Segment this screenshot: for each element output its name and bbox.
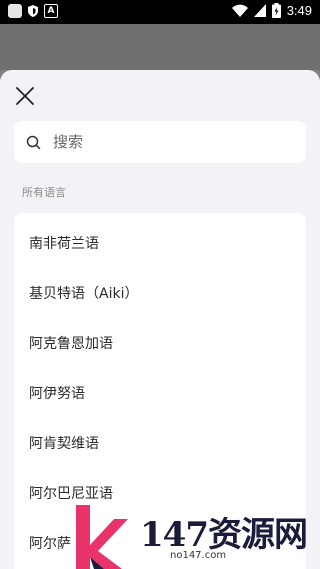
language-picker-sheet: 所有语言 南非荷兰语 基贝特语（Aiki） 阿克鲁恩加语 阿伊努语 阿肯契维语 …: [0, 70, 320, 569]
modal-backdrop[interactable]: [0, 24, 320, 70]
battery-charging-icon: [271, 3, 281, 18]
language-item[interactable]: 阿肯契维语: [14, 418, 306, 468]
language-item[interactable]: 南非荷兰语: [14, 218, 306, 268]
status-left-icons: A: [8, 4, 58, 18]
search-box[interactable]: [14, 121, 306, 163]
watermark-logo: 147资源网 no147.com: [74, 505, 320, 569]
status-bar: A 3:49: [0, 0, 320, 24]
close-icon[interactable]: [14, 85, 36, 107]
signal-icon: [253, 4, 266, 17]
watermark-text: 147资源网: [140, 515, 308, 555]
status-time: 3:49: [286, 3, 312, 18]
status-right-icons: 3:49: [231, 3, 312, 18]
language-item[interactable]: 阿克鲁恩加语: [14, 318, 306, 368]
shield-icon: [28, 5, 38, 17]
search-icon: [26, 135, 41, 149]
logo-mark-icon: [76, 505, 128, 569]
language-item[interactable]: 基贝特语（Aiki）: [14, 268, 306, 318]
watermark-url: no147.com: [170, 550, 227, 561]
a-badge-icon: A: [44, 4, 58, 18]
app-square-icon: [8, 4, 22, 18]
section-label-all-languages: 所有语言: [22, 186, 66, 199]
wifi-icon: [231, 4, 248, 17]
language-item[interactable]: 阿伊努语: [14, 368, 306, 418]
search-input[interactable]: [51, 132, 275, 152]
